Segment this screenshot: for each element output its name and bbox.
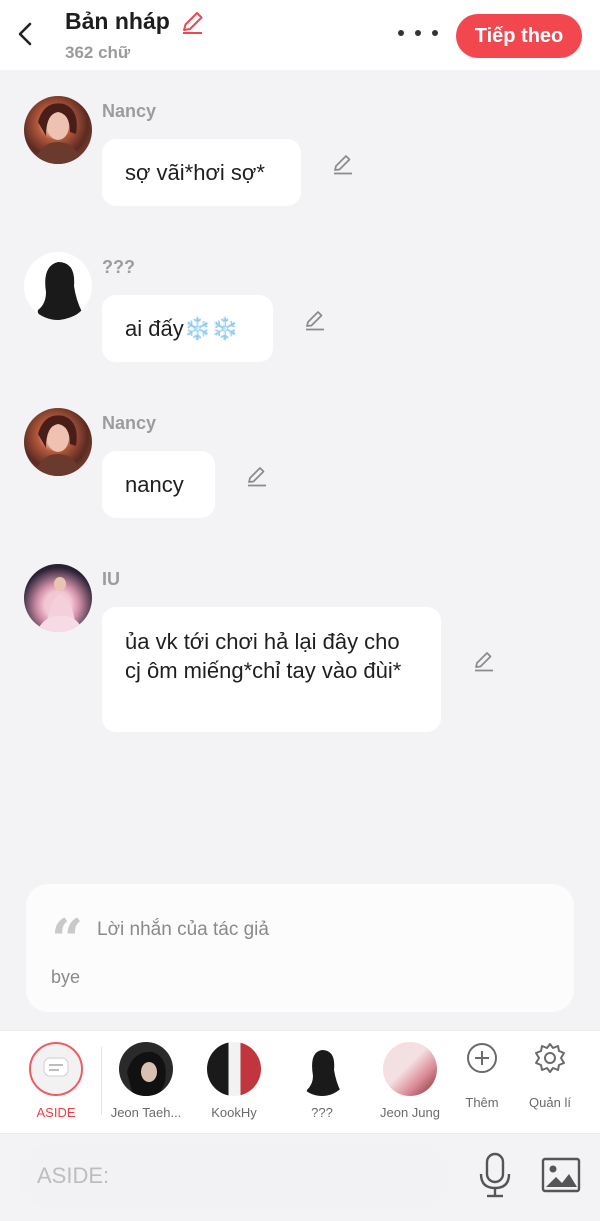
- author-note-text: bye: [51, 967, 81, 987]
- word-count: 362 chữ: [65, 43, 131, 62]
- speaker-name: Nancy: [102, 413, 157, 433]
- back-arrow-icon[interactable]: [14, 18, 38, 50]
- speaker-name: ???: [102, 257, 135, 277]
- add-label: Thêm: [465, 1095, 499, 1110]
- speaker-name: IU: [102, 569, 120, 589]
- top-bar: Bản nháp 362 chữ Tiếp theo: [0, 0, 600, 70]
- edit-message-icon[interactable]: [331, 152, 355, 176]
- edit-message-icon[interactable]: [303, 308, 327, 332]
- image-icon[interactable]: [541, 1156, 581, 1194]
- author-note-label: Lời nhắn của tác giả: [97, 919, 269, 940]
- avatar[interactable]: [24, 96, 92, 164]
- character-item[interactable]: KookHy: [190, 1031, 278, 1135]
- message-item: Nancy nancy: [0, 408, 600, 518]
- avatar: [383, 1042, 437, 1096]
- manage-button[interactable]: Quản lí: [515, 1041, 585, 1110]
- aside-avatar: [29, 1042, 83, 1096]
- more-options-icon[interactable]: [398, 20, 438, 46]
- edit-title-icon[interactable]: [180, 9, 206, 35]
- title-group: Bản nháp: [65, 8, 206, 35]
- add-character-button[interactable]: Thêm: [447, 1041, 517, 1110]
- gear-icon: [535, 1043, 565, 1073]
- edit-message-icon[interactable]: [245, 464, 269, 488]
- message-item: ??? ai đấy❄️❄️: [0, 252, 600, 362]
- next-button[interactable]: Tiếp theo: [456, 14, 582, 58]
- character-item[interactable]: Jeon Jung: [366, 1031, 454, 1135]
- message-input[interactable]: [19, 1143, 449, 1209]
- message-bubble[interactable]: nancy: [102, 451, 215, 518]
- avatar[interactable]: [24, 564, 92, 632]
- avatar[interactable]: [24, 408, 92, 476]
- message-item: IU ủa vk tới chơi hả lại đây cho cj ôm m…: [0, 564, 600, 732]
- message-item: Nancy sợ vãi*hơi sợ*: [0, 96, 600, 206]
- character-aside[interactable]: ASIDE: [12, 1031, 100, 1135]
- manage-label: Quản lí: [529, 1095, 571, 1110]
- message-bubble[interactable]: ai đấy❄️❄️: [102, 295, 273, 362]
- avatar: [119, 1042, 173, 1096]
- message-bubble[interactable]: ủa vk tới chơi hả lại đây cho cj ôm miến…: [102, 607, 441, 732]
- character-label: Jeon Jung: [380, 1105, 440, 1120]
- character-item[interactable]: ???: [278, 1031, 366, 1135]
- message-bubble[interactable]: sợ vãi*hơi sợ*: [102, 139, 301, 206]
- avatar: [207, 1042, 261, 1096]
- avatar: [295, 1042, 349, 1096]
- character-label: ???: [311, 1105, 333, 1120]
- edit-message-icon[interactable]: [472, 649, 496, 673]
- page-title: Bản nháp: [65, 8, 170, 34]
- character-label: KookHy: [211, 1105, 257, 1120]
- author-note[interactable]: “ Lời nhắn của tác giả bye: [26, 884, 574, 1012]
- quote-icon: “: [51, 907, 84, 973]
- avatar[interactable]: [24, 252, 92, 320]
- microphone-icon[interactable]: [475, 1150, 515, 1200]
- plus-circle-icon: [467, 1043, 497, 1073]
- chat-bubble-icon: [43, 1057, 69, 1077]
- speaker-name: Nancy: [102, 101, 157, 121]
- character-bar: ASIDE Jeon Taeh... KookHy ??? Jeon Jung …: [0, 1030, 600, 1134]
- character-item[interactable]: Jeon Taeh...: [102, 1031, 190, 1135]
- character-label: Jeon Taeh...: [110, 1105, 182, 1120]
- character-label: ASIDE: [36, 1105, 76, 1120]
